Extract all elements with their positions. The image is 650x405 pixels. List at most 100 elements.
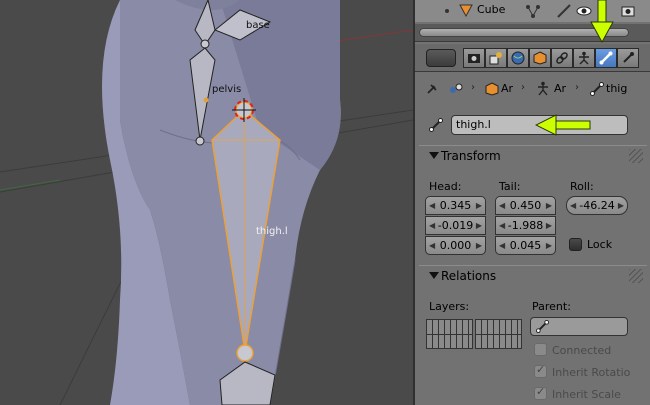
chevron-right-icon: › [575, 82, 579, 93]
tail-x-field[interactable]: ◀ 0.450 ▶ [495, 196, 556, 215]
head-x-value: 0.345 [439, 199, 472, 212]
inherit-scale-label: Inherit Scale [552, 388, 621, 401]
roll-value: -46.24 [579, 199, 615, 212]
layers-grid-left[interactable] [426, 319, 473, 349]
breadcrumb-object: Ar [501, 82, 514, 95]
dot-icon [445, 9, 449, 13]
head-x-field[interactable]: ◀ 0.345 ▶ [425, 196, 486, 215]
outliner-row-cube[interactable]: Cube [415, 0, 650, 22]
relations-section-header[interactable]: Relations [419, 265, 647, 287]
tab-bone[interactable] [595, 48, 617, 68]
bone-icon [429, 118, 443, 132]
3d-viewport[interactable]: base pelvis thigh.l [0, 0, 413, 405]
properties-panel: Cube › Ar › Ar › thig thigh.l Transform … [413, 0, 650, 405]
decrement-arrow-icon[interactable]: ◀ [429, 237, 435, 254]
increment-arrow-icon[interactable]: ▶ [476, 237, 482, 254]
tab-armature[interactable] [573, 48, 595, 68]
head-z-value: 0.000 [439, 239, 472, 252]
green-left-arrow-icon [535, 114, 591, 136]
viewport-scene [0, 0, 413, 405]
bone-label-pelvis: pelvis [212, 84, 242, 95]
bone-label-thigh: thigh.l [256, 226, 288, 237]
modifier-icon[interactable] [556, 3, 572, 19]
bone-constraint-icon [623, 52, 634, 63]
collapse-triangle-icon [429, 272, 439, 279]
cube-icon [485, 82, 499, 96]
scene-icon [450, 83, 463, 93]
head-y-field[interactable]: ◀ -0.019 ▶ [425, 216, 486, 235]
bone-icon [536, 320, 549, 333]
outliner-scrollbar[interactable] [415, 24, 650, 42]
inherit-scale-checkbox[interactable]: ✓ [534, 385, 547, 400]
chevron-right-icon: › [471, 82, 475, 93]
checkmark-icon: ✓ [536, 363, 546, 376]
lock-label: Lock [587, 238, 613, 251]
layers-grid-right[interactable] [475, 319, 522, 349]
tail-x-value: 0.450 [509, 199, 542, 212]
tab-bone-constraints[interactable] [617, 48, 639, 68]
inherit-rotation-label: Inherit Rotatio [552, 366, 631, 379]
breadcrumb-bone: thig [606, 82, 628, 95]
tab-render[interactable] [463, 48, 485, 68]
green-down-arrow-icon [590, 0, 614, 44]
drag-grip-icon[interactable] [629, 269, 643, 283]
tab-world[interactable] [507, 48, 529, 68]
chevron-right-icon: › [521, 82, 525, 93]
outliner-object-name: Cube [477, 3, 506, 16]
decrement-arrow-icon[interactable]: ◀ [499, 217, 505, 234]
armature-figure-icon [538, 81, 548, 96]
inherit-rotation-checkbox[interactable]: ✓ [534, 363, 547, 378]
checkmark-icon: ✓ [536, 385, 546, 398]
tail-label: Tail: [499, 180, 521, 193]
vertex-data-icon[interactable] [525, 3, 541, 19]
bone-name-row: thigh.l [415, 112, 650, 138]
collapse-triangle-icon [429, 152, 439, 159]
connected-label: Connected [552, 344, 612, 357]
mesh-triangle-icon [459, 4, 473, 17]
tab-object[interactable] [529, 48, 551, 68]
camera-icon [468, 54, 480, 63]
tail-z-value: 0.045 [509, 239, 542, 252]
pin-icon[interactable] [425, 82, 439, 96]
transform-section-title: Transform [441, 149, 501, 163]
head-label: Head: [429, 180, 462, 193]
bone-icon [599, 51, 613, 65]
increment-arrow-icon[interactable]: ▶ [546, 217, 552, 234]
increment-arrow-icon[interactable]: ▶ [546, 197, 552, 214]
tab-constraints[interactable] [551, 48, 573, 68]
drag-grip-icon[interactable] [629, 149, 643, 163]
tail-y-field[interactable]: ◀ -1.988 ▶ [495, 216, 556, 235]
tab-render-layers[interactable] [485, 48, 507, 68]
bone-icon [590, 82, 604, 96]
globe-icon [511, 51, 525, 65]
increment-arrow-icon[interactable]: ▶ [476, 197, 482, 214]
properties-context-tabs [415, 44, 650, 72]
tail-y-value: -1.988 [507, 219, 544, 232]
relations-section-title: Relations [441, 269, 497, 283]
increment-arrow-icon[interactable]: ▶ [618, 197, 624, 214]
decrement-arrow-icon[interactable]: ◀ [570, 197, 576, 214]
decrement-arrow-icon[interactable]: ◀ [429, 217, 435, 234]
connected-checkbox[interactable] [534, 343, 547, 356]
roll-field[interactable]: ◀ -46.24 ▶ [566, 196, 628, 215]
layers-label: Layers: [429, 300, 470, 313]
armature-figure-icon [579, 51, 589, 65]
bone-label-base: base [246, 20, 270, 31]
head-y-value: -0.019 [437, 219, 474, 232]
editor-type-selector[interactable] [426, 49, 456, 67]
decrement-arrow-icon[interactable]: ◀ [499, 237, 505, 254]
head-z-field[interactable]: ◀ 0.000 ▶ [425, 236, 486, 255]
increment-arrow-icon[interactable]: ▶ [546, 237, 552, 254]
decrement-arrow-icon[interactable]: ◀ [429, 197, 435, 214]
roll-label: Roll: [570, 180, 594, 193]
render-layers-icon [489, 52, 502, 65]
render-camera-icon[interactable] [620, 3, 636, 19]
decrement-arrow-icon[interactable]: ◀ [499, 197, 505, 214]
parent-bone-field[interactable] [530, 317, 628, 336]
lock-checkbox[interactable] [569, 238, 582, 251]
chain-link-icon [556, 52, 568, 64]
parent-label: Parent: [532, 300, 571, 313]
tail-z-field[interactable]: ◀ 0.045 ▶ [495, 236, 556, 255]
increment-arrow-icon[interactable]: ▶ [476, 217, 482, 234]
transform-section-header[interactable]: Transform [419, 145, 647, 167]
